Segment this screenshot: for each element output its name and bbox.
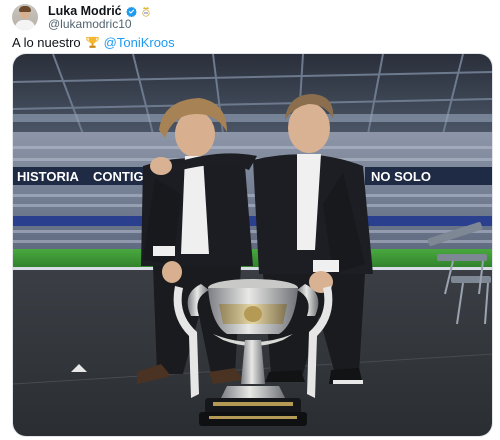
author-handle[interactable]: @lukamodric10: [48, 18, 151, 30]
avatar[interactable]: [12, 4, 38, 30]
tweet-body-text: A lo nuestro: [12, 35, 81, 50]
banner-contig: CONTIG: [93, 169, 144, 184]
real-madrid-crest-icon: [142, 6, 150, 17]
banner-historia: HISTORIA: [17, 169, 79, 184]
verified-badge-icon: [125, 6, 137, 17]
mention-link[interactable]: @ToniKroos: [104, 35, 175, 50]
banner-no-solo: NO SOLO: [371, 169, 431, 184]
trophy-emoji-icon: [85, 36, 99, 48]
photo-scene: HISTORIA CONTIG NO SOLO: [13, 54, 492, 436]
tweet-header: Luka Modrić @lukamodric10: [12, 4, 151, 30]
tweet-photo[interactable]: HISTORIA CONTIG NO SOLO: [12, 53, 493, 437]
author-names: Luka Modrić @lukamodric10: [48, 4, 151, 30]
tweet-text: A lo nuestro @ToniKroos: [12, 35, 175, 50]
display-name[interactable]: Luka Modrić: [48, 4, 122, 18]
tweet-card[interactable]: Luka Modrić @lukamodric10 A lo nuestro @…: [0, 0, 500, 440]
